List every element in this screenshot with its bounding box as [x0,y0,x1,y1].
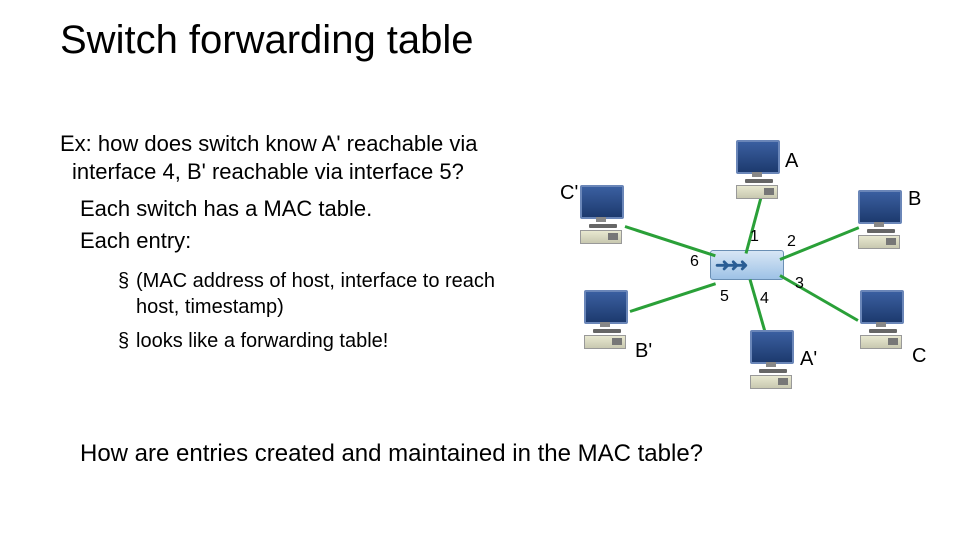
wire-bprime [630,282,717,313]
host-label-b: B [908,188,921,211]
pc-aprime-icon [750,330,796,389]
body-line-1: Each switch has a MAC table. [80,196,540,222]
pc-bprime-icon [584,290,630,349]
bullet-text-2: looks like a forwarding table! [136,328,388,354]
port-2: 2 [787,233,796,251]
switch-arrows-icon: ➜➜➜ [715,255,742,276]
pc-cprime-icon [580,185,626,244]
slide-title: Switch forwarding table [60,18,474,63]
port-1: 1 [750,228,759,246]
host-label-aprime: A' [800,348,817,371]
bullet-item-2: § looks like a forwarding table! [118,328,528,354]
bullet-item-1: § (MAC address of host, interface to rea… [118,268,528,320]
host-label-a: A [785,150,798,173]
bullet-list: § (MAC address of host, interface to rea… [118,268,528,362]
pc-b-icon [858,190,904,249]
wire-cprime [625,225,716,257]
body-line-2: Each entry: [80,228,540,254]
host-label-bprime: B' [635,340,652,363]
pc-c-icon [860,290,906,349]
question-line-1: Ex: how does switch know A' reachable vi… [60,131,478,156]
host-label-c: C [912,345,926,368]
slide: Switch forwarding table Ex: how does swi… [0,0,960,540]
network-diagram: ➜➜➜ 1 2 3 4 5 6 [560,140,940,400]
wire-c [779,274,858,322]
pc-a-icon [736,140,782,199]
port-4: 4 [760,290,769,308]
switch-icon: ➜➜➜ [710,250,784,280]
bullet-marker-icon: § [118,268,136,320]
port-5: 5 [720,288,729,306]
host-label-cprime: C' [560,182,578,205]
question-line-2: interface 4, B' reachable via interface … [72,159,464,184]
example-question: Ex: how does switch know A' reachable vi… [60,130,560,185]
port-6: 6 [690,253,699,271]
port-3: 3 [795,275,804,293]
bullet-marker-icon: § [118,328,136,354]
wire-aprime [749,279,768,338]
bullet-text-1: (MAC address of host, interface to reach… [136,268,528,320]
footer-question: How are entries created and maintained i… [80,440,900,468]
